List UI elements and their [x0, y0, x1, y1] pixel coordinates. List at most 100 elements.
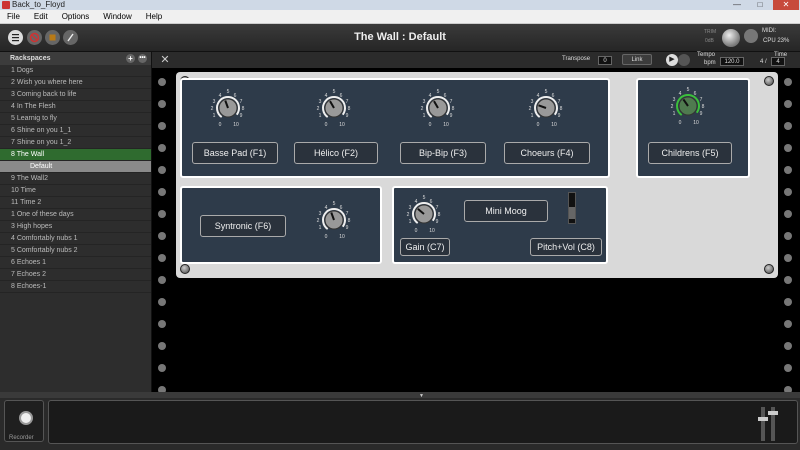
choeurs-button[interactable]: Choeurs (F4) — [504, 142, 590, 164]
knob-graphic: 1234567890 10 — [671, 87, 705, 126]
knob-scale-label: 3 — [319, 99, 322, 105]
window-titlebar: Back_to_Floyd — □ ✕ — [0, 0, 800, 10]
knob-scale-label: 2 — [529, 106, 532, 112]
rackspace-item[interactable]: 7 Echoes 2 — [0, 269, 151, 281]
knob-scale-label: 0 — [537, 122, 540, 128]
knob-scale-label: 8 — [348, 106, 351, 112]
basse-pad-button[interactable]: Basse Pad (F1) — [192, 142, 278, 164]
rack-hole-icon — [158, 254, 166, 262]
rackspace-item[interactable]: 11 Time 2 — [0, 197, 151, 209]
rackspace-item[interactable]: 3 Coming back to life — [0, 89, 151, 101]
add-rackspace-icon[interactable]: + — [126, 54, 135, 63]
rackspace-item[interactable]: 8 Echoes-1 — [0, 281, 151, 293]
rackspace-item[interactable]: 5 Comfortably nubs 2 — [0, 245, 151, 257]
menu-window[interactable]: Window — [96, 10, 138, 24]
bip-bip-knob[interactable]: 1 2 3 4 5 6 7 8 9 0 10 — [416, 84, 460, 128]
rackspace-item[interactable]: 5 Learnig to fly — [0, 113, 151, 125]
transpose-field[interactable]: 0 — [598, 56, 612, 65]
helico-button[interactable]: Hélico (F2) — [294, 142, 378, 164]
knob-scale-label: 3 — [673, 97, 676, 103]
menu-help[interactable]: Help — [139, 10, 169, 24]
childrens-button[interactable]: Childrens (F5) — [648, 142, 732, 164]
screw-icon — [764, 264, 774, 274]
variation-item[interactable]: Default — [0, 161, 151, 173]
rack-hole-icon — [158, 210, 166, 218]
knob-graphic: 1234567890 10 — [529, 89, 563, 128]
tempo-field[interactable]: 120.0 — [720, 57, 744, 66]
knob-scale-label: 8 — [242, 106, 245, 112]
rackspace-item[interactable]: 8 The Wall — [0, 149, 151, 161]
rackspace-item[interactable]: 1 Dogs — [0, 65, 151, 77]
helico-knob[interactable]: 1 2 3 4 5 6 7 8 9 0 10 — [312, 84, 356, 128]
app-icon — [2, 1, 10, 9]
rackspace-item[interactable]: 6 Shine on you 1_1 — [0, 125, 151, 137]
minimize-button[interactable]: — — [726, 0, 748, 10]
knob-scale-label: 10 — [693, 120, 699, 126]
rack-hole-icon — [158, 122, 166, 130]
knob-scale-label: 1 — [319, 225, 322, 231]
bpm-label: bpm — [704, 60, 716, 66]
knob-scale-label: 9 — [700, 111, 703, 117]
rackspace-item[interactable]: 6 Echoes 1 — [0, 257, 151, 269]
rack-hole-icon — [784, 320, 792, 328]
knob-scale-label: 1 — [409, 219, 412, 225]
gain-knob[interactable]: 1 2 3 4 5 6 7 8 9 0 10 — [402, 190, 446, 234]
link-button[interactable]: Link — [622, 54, 652, 65]
mini-moog-button[interactable]: Mini Moog — [464, 200, 548, 222]
rackspace-item[interactable]: 9 The Wall2 — [0, 173, 151, 185]
knob-scale-label: 9 — [450, 113, 453, 119]
syntronic-knob[interactable]: 1 2 3 4 5 6 7 8 9 0 10 — [312, 196, 356, 240]
rackspace-sidebar: Rackspaces + ••• 1 Dogs 2 Wish you where … — [0, 52, 152, 392]
basse-pad-knob[interactable]: 1 2 3 4 5 6 7 8 9 0 10 — [206, 84, 250, 128]
rack-hole-icon — [158, 188, 166, 196]
recorder-label: Recorder — [9, 435, 34, 441]
knob-scale-label: 1 — [673, 111, 676, 117]
knob-scale-label: 8 — [560, 106, 563, 112]
gain-label: Gain (C7) — [400, 238, 450, 256]
record-button[interactable] — [19, 411, 33, 425]
bip-bip-button[interactable]: Bip-Bip (F3) — [400, 142, 486, 164]
rackspace-item[interactable]: 4 Comfortably nubs 1 — [0, 233, 151, 245]
menu-edit[interactable]: Edit — [27, 10, 55, 24]
screw-icon — [180, 264, 190, 274]
knob-scale-label: 5 — [423, 195, 426, 201]
knob-scale-label: 2 — [317, 218, 320, 224]
global-fader-1[interactable] — [758, 407, 768, 441]
rackspace-item[interactable]: 4 In The Flesh — [0, 101, 151, 113]
knob-scale-label: 2 — [407, 212, 410, 218]
rackspace-item[interactable]: 1 One of these days — [0, 209, 151, 221]
knob-graphic: 1234567890 10 — [407, 195, 441, 234]
close-button[interactable]: ✕ — [773, 0, 799, 10]
syntronic-button[interactable]: Syntronic (F6) — [200, 215, 286, 237]
menu-options[interactable]: Options — [55, 10, 97, 24]
global-fader-2[interactable] — [768, 407, 778, 441]
rack-hole-icon — [784, 100, 792, 108]
rackspace-item[interactable]: 2 Wish you where here — [0, 77, 151, 89]
time-numerator: 4 — [760, 59, 764, 65]
maximize-button[interactable]: □ — [749, 0, 771, 10]
knob-scale-label: 5 — [227, 89, 230, 95]
tools-icon[interactable]: ✕ — [159, 54, 171, 66]
metronome-icon[interactable] — [678, 54, 690, 66]
knob-scale-label: 7 — [450, 99, 453, 105]
rack-rail-right — [778, 68, 800, 394]
knob-scale-label: 1 — [423, 113, 426, 119]
rack-hole-icon — [784, 78, 792, 86]
play-icon[interactable]: ▶ — [666, 54, 678, 66]
knob-scale-label: 7 — [346, 211, 349, 217]
knob-scale-label: 10 — [443, 122, 449, 128]
rackspace-item[interactable]: 3 High hopes — [0, 221, 151, 233]
knob-scale-label: 8 — [348, 218, 351, 224]
midi-label: MIDI: — [762, 28, 777, 34]
choeurs-knob[interactable]: 1 2 3 4 5 6 7 8 9 0 10 — [524, 84, 568, 128]
pitch-vol-slider[interactable] — [568, 192, 576, 224]
childrens-knob[interactable]: 1 2 3 4 5 6 7 8 9 0 10 — [666, 82, 710, 126]
master-volume-knob[interactable] — [722, 29, 740, 47]
rackspace-item[interactable]: 10 Time — [0, 185, 151, 197]
rack-hole-icon — [784, 166, 792, 174]
menu-file[interactable]: File — [0, 10, 27, 24]
rack-hole-icon — [784, 276, 792, 284]
time-denominator-field[interactable]: 4 — [771, 57, 785, 66]
rackspace-item[interactable]: 7 Shine on you 1_2 — [0, 137, 151, 149]
sidebar-options-icon[interactable]: ••• — [138, 54, 147, 63]
